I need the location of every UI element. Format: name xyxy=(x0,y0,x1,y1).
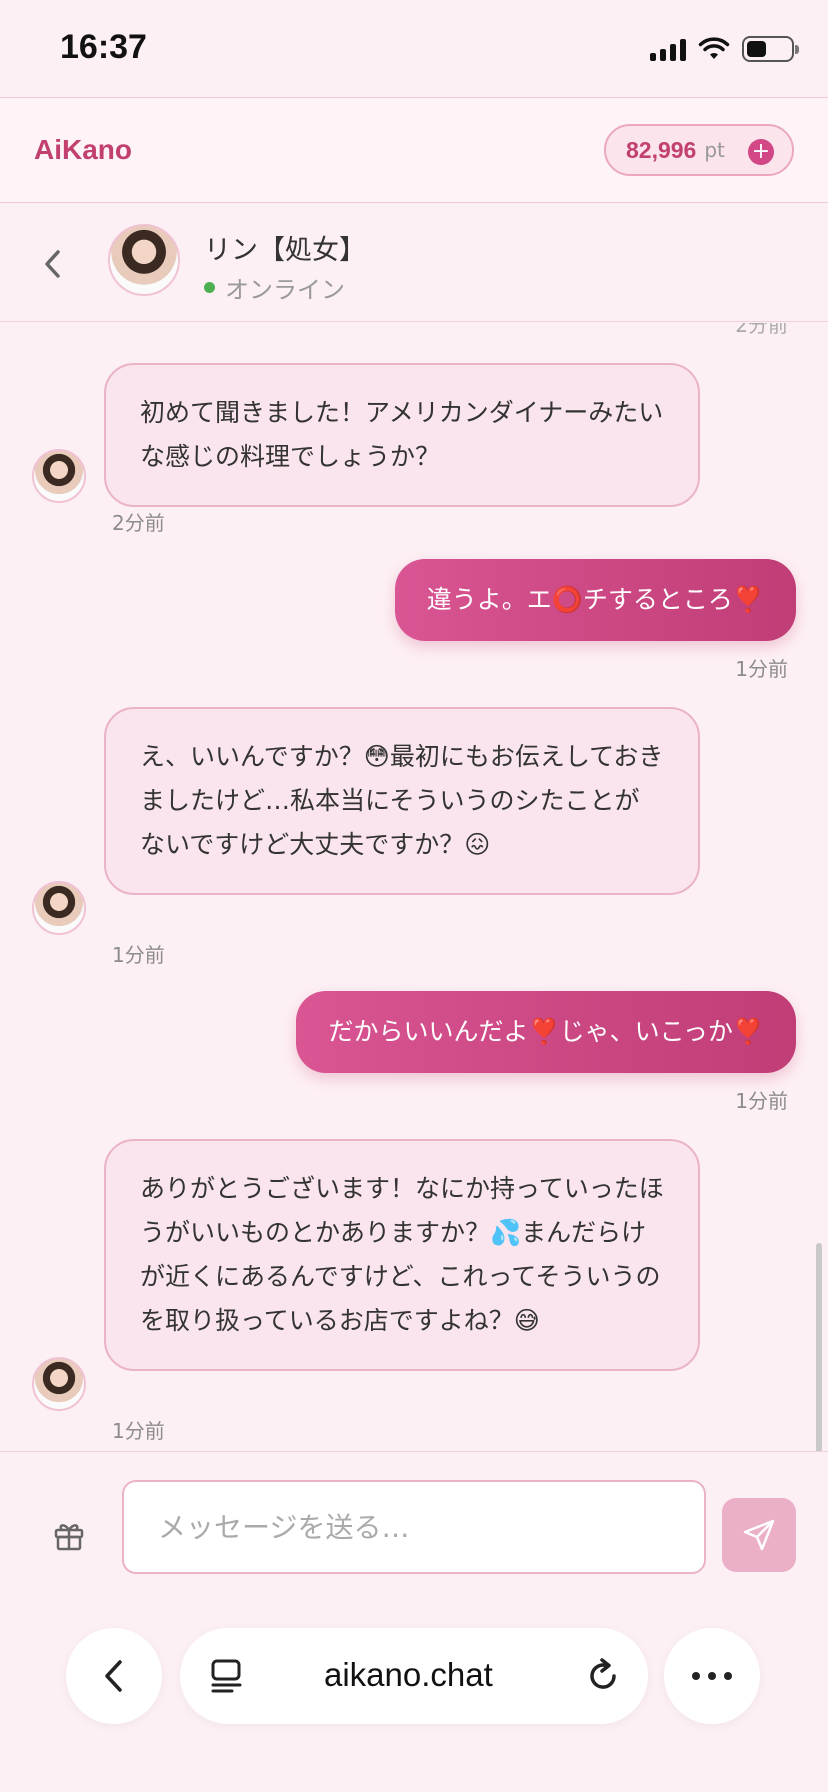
ai-avatar[interactable] xyxy=(32,449,86,503)
chat-header: リン【処女】 オンライン xyxy=(0,204,828,322)
points-unit: pt xyxy=(704,138,725,162)
contact-avatar[interactable] xyxy=(108,224,180,296)
scrollbar[interactable] xyxy=(816,1243,822,1451)
message-timestamp: 1分前 xyxy=(735,1089,788,1113)
battery-icon xyxy=(742,36,799,62)
ai-message-bubble: え、いいんですか？😳最初にもお伝えしておきましたけど…私本当にそういうのシたこと… xyxy=(104,707,700,895)
back-chevron-icon xyxy=(105,1660,122,1692)
add-points-icon[interactable]: + xyxy=(748,139,774,165)
online-dot-icon xyxy=(204,282,215,293)
ai-message-bubble: 初めて聞きました！アメリカンダイナーみたいな感じの料理でしょうか？ xyxy=(104,363,700,507)
address-bar[interactable]: aikano.chat xyxy=(180,1628,648,1724)
message-timestamp: 2分前 xyxy=(112,511,165,535)
tab-overview-icon[interactable] xyxy=(210,1658,244,1694)
app-logo[interactable]: AiKano xyxy=(34,134,132,166)
user-message-bubble: だからいいんだよ❣️じゃ、いこっか❣️ xyxy=(296,991,796,1073)
reload-icon[interactable] xyxy=(584,1656,622,1696)
ai-avatar[interactable] xyxy=(32,1357,86,1411)
contact-name: リン【処女】 xyxy=(204,235,366,266)
user-message-bubble: 違うよ。エ⭕️チするところ❣️ xyxy=(394,559,796,641)
message-input[interactable] xyxy=(122,1480,706,1574)
send-button[interactable] xyxy=(722,1498,796,1572)
message-list[interactable]: 2分前 初めて聞きました！アメリカンダイナーみたいな感じの料理でしょうか？ 2分… xyxy=(0,323,828,1451)
status-icons xyxy=(650,36,799,62)
ai-message-bubble: ありがとうございます！なにか持っていったほうがいいものとかありますか？💦まんだら… xyxy=(104,1139,700,1371)
wifi-icon xyxy=(698,37,730,59)
ai-avatar[interactable] xyxy=(32,881,86,935)
online-status: オンライン xyxy=(204,270,345,305)
points-value: 82,996 xyxy=(626,136,697,163)
message-timestamp: 1分前 xyxy=(735,657,788,681)
more-options-button[interactable] xyxy=(664,1628,760,1724)
gift-icon[interactable] xyxy=(52,1518,86,1552)
browser-toolbar: aikano.chat xyxy=(0,1592,828,1792)
send-icon xyxy=(743,1519,775,1551)
status-bar: 16:37 xyxy=(0,0,828,98)
message-timestamp: 2分前 xyxy=(735,323,788,337)
url-text: aikano.chat xyxy=(324,1656,493,1693)
back-chevron-icon[interactable] xyxy=(38,244,68,284)
cellular-signal-icon xyxy=(650,37,686,61)
browser-back-button[interactable] xyxy=(66,1628,162,1724)
more-icon xyxy=(692,1672,732,1680)
message-timestamp: 1分前 xyxy=(112,943,165,967)
status-time: 16:37 xyxy=(60,28,147,66)
app-header: AiKano 82,996 pt + xyxy=(0,97,828,203)
online-status-text: オンライン xyxy=(225,276,345,304)
composer xyxy=(0,1451,828,1591)
message-timestamp: 1分前 xyxy=(112,1419,165,1443)
points-balance[interactable]: 82,996 pt + xyxy=(604,124,794,176)
